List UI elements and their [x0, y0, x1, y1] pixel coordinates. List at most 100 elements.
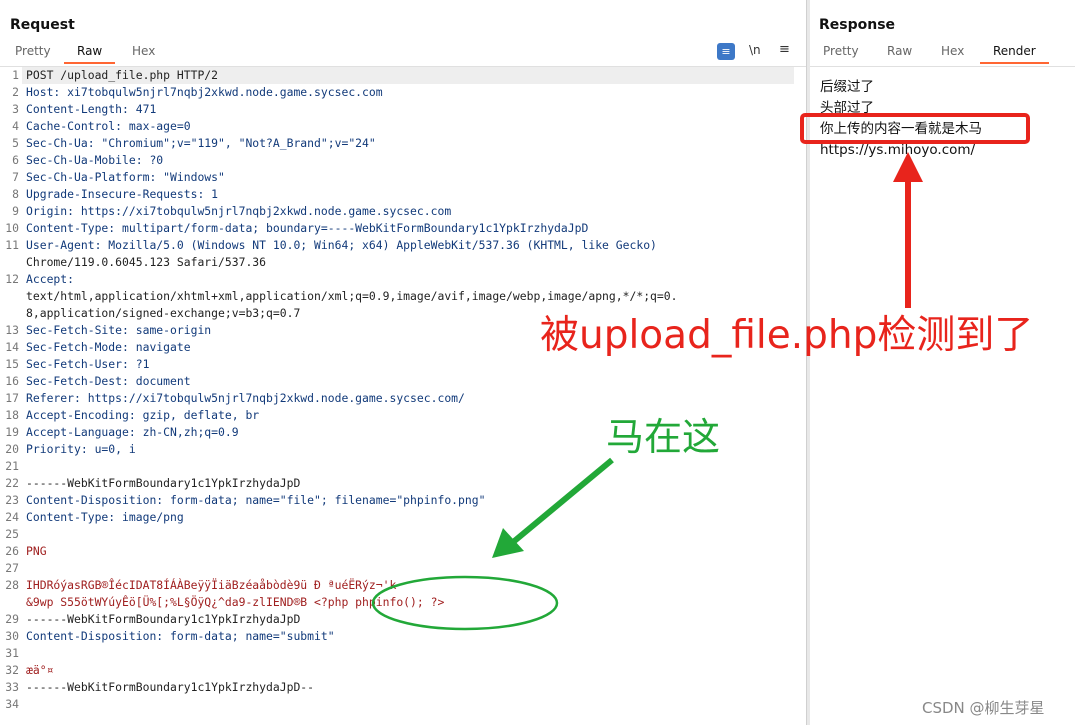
- line-text: Accept:: [26, 272, 75, 286]
- wrap-lines-icon[interactable]: ≡: [717, 43, 735, 60]
- line-number: 33: [5, 680, 19, 694]
- render-line-header: 头部过了: [820, 100, 874, 116]
- code-line: 23 Content-Disposition: form-data; name="…: [0, 492, 800, 509]
- line-text: Priority: u=0, i: [26, 442, 136, 456]
- tab-request-hex[interactable]: Hex: [132, 44, 155, 62]
- code-line: 3 Content-Length: 471: [0, 101, 800, 118]
- line-text: Accept-Encoding: gzip, deflate, br: [26, 408, 260, 422]
- code-line: 27: [0, 560, 800, 577]
- line-text: Cache-Control: max-age=0: [26, 119, 191, 133]
- code-line: 24 Content-Type: image/png: [0, 509, 800, 526]
- tab-request-raw[interactable]: Raw: [64, 44, 116, 64]
- code-line: 28 IHDRóýasRGB®ÎécIDAT8ÍÁÀBeÿÿÏiäBzéaåbòd…: [0, 577, 800, 594]
- code-line: &9wp S55ötWYúyÊö[Ü%[;%L§ÖÿQ¿^da9-zlIEND®…: [0, 594, 800, 611]
- line-number: 20: [5, 442, 19, 456]
- line-number: 14: [5, 340, 19, 354]
- code-line: 22 ------WebKitFormBoundary1c1YpkIrzhydaJ…: [0, 475, 800, 492]
- code-line: 7 Sec-Ch-Ua-Platform: "Windows": [0, 169, 800, 186]
- code-line: 9 Origin: https://xi7tobqulw5njrl7nqbj2xk…: [0, 203, 800, 220]
- code-line: 21: [0, 458, 800, 475]
- line-number: 6: [12, 153, 19, 167]
- watermark: CSDN @柳生芽星: [922, 699, 1045, 717]
- line-text: æä°¤: [26, 663, 54, 677]
- line-text: Sec-Ch-Ua-Mobile: ?0: [26, 153, 164, 167]
- code-line: 29 ------WebKitFormBoundary1c1YpkIrzhydaJ…: [0, 611, 800, 628]
- line-number: 29: [5, 612, 19, 626]
- tab-response-hex[interactable]: Hex: [941, 44, 964, 62]
- line-text: User-Agent: Mozilla/5.0 (Windows NT 10.0…: [26, 238, 657, 252]
- line-number: 26: [5, 544, 19, 558]
- code-line: 34: [0, 696, 800, 713]
- code-line: 30 Content-Disposition: form-data; name="…: [0, 628, 800, 645]
- line-number: 24: [5, 510, 19, 524]
- render-line-link[interactable]: https://ys.mihoyo.com/: [820, 140, 982, 161]
- request-title: Request: [10, 17, 75, 33]
- line-text: Content-Type: image/png: [26, 510, 184, 524]
- line-text: Sec-Fetch-Dest: document: [26, 374, 191, 388]
- line-number: 27: [5, 561, 19, 575]
- menu-icon[interactable]: ≡: [779, 42, 790, 57]
- line-number: 30: [5, 629, 19, 643]
- line-text: Referer: https://xi7tobqulw5njrl7nqbj2xk…: [26, 391, 465, 405]
- line-number: 15: [5, 357, 19, 371]
- code-line: 8 Upgrade-Insecure-Requests: 1: [0, 186, 800, 203]
- line-text: Content-Length: 471: [26, 102, 157, 116]
- line-text: ------WebKitFormBoundary1c1YpkIrzhydaJpD: [26, 612, 301, 626]
- code-line: 26 PNG: [0, 543, 800, 560]
- response-pane: Response Pretty Raw Hex Render 后缀过了 头部过了…: [810, 0, 1075, 725]
- line-text: IHDRóýasRGB®ÎécIDAT8ÍÁÀBeÿÿÏiäBzéaåbòdè9…: [26, 578, 397, 592]
- line-text: Origin: https://xi7tobqulw5njrl7nqbj2xkw…: [26, 204, 452, 218]
- line-number: 21: [5, 459, 19, 473]
- code-line: 1 POST /upload_file.php HTTP/2: [0, 67, 800, 84]
- render-view: 后缀过了 头部过了 你上传的内容一看就是木马 https://ys.mihoyo…: [820, 77, 982, 161]
- line-number: 8: [12, 187, 19, 201]
- render-line-trojan: 你上传的内容一看就是木马: [820, 121, 982, 137]
- code-line: 25: [0, 526, 800, 543]
- render-line-suffix: 后缀过了: [820, 79, 874, 95]
- response-title: Response: [819, 17, 896, 33]
- code-line: 32 æä°¤: [0, 662, 800, 679]
- line-number: 31: [5, 646, 19, 660]
- line-number: 18: [5, 408, 19, 422]
- code-line: 10 Content-Type: multipart/form-data; bou…: [0, 220, 800, 237]
- horse-annotation: 马在这: [606, 415, 721, 459]
- code-line: Chrome/119.0.6045.123 Safari/537.36: [0, 254, 800, 271]
- tab-response-render[interactable]: Render: [980, 44, 1049, 64]
- code-line: 31: [0, 645, 800, 662]
- line-text: Host: xi7tobqulw5njrl7nqbj2xkwd.node.gam…: [26, 85, 383, 99]
- code-line: 11 User-Agent: Mozilla/5.0 (Windows NT 10…: [0, 237, 800, 254]
- line-number: 32: [5, 663, 19, 677]
- line-text: Sec-Fetch-Mode: navigate: [26, 340, 191, 354]
- line-number: 3: [12, 102, 19, 116]
- line-number: 28: [5, 578, 19, 592]
- line-text: ------WebKitFormBoundary1c1YpkIrzhydaJpD: [26, 476, 301, 490]
- line-text: PNG: [26, 544, 47, 558]
- code-line: 6 Sec-Ch-Ua-Mobile: ?0: [0, 152, 800, 169]
- line-number: 23: [5, 493, 19, 507]
- line-number: 12: [5, 272, 19, 286]
- line-text: Content-Type: multipart/form-data; bound…: [26, 221, 589, 235]
- tab-response-pretty[interactable]: Pretty: [823, 44, 859, 62]
- line-text: &9wp S55ötWYúyÊö[Ü%[;%L§ÖÿQ¿^da9-zlIEND®…: [26, 595, 445, 609]
- tab-request-pretty[interactable]: Pretty: [15, 44, 51, 62]
- code-line: 2 Host: xi7tobqulw5njrl7nqbj2xkwd.node.ga…: [0, 84, 800, 101]
- request-pane: Request Pretty Raw Hex ≡ \n ≡ 1 POST /upl…: [0, 0, 806, 725]
- line-number: 13: [5, 323, 19, 337]
- code-line: 33 ------WebKitFormBoundary1c1YpkIrzhydaJ…: [0, 679, 800, 696]
- line-number: 9: [12, 204, 19, 218]
- line-text: Upgrade-Insecure-Requests: 1: [26, 187, 219, 201]
- line-text: ------WebKitFormBoundary1c1YpkIrzhydaJpD…: [26, 680, 315, 694]
- response-tab-divider: [810, 66, 1075, 67]
- tab-response-raw[interactable]: Raw: [887, 44, 912, 62]
- line-number: 16: [5, 374, 19, 388]
- line-text: Accept-Language: zh-CN,zh;q=0.9: [26, 425, 239, 439]
- line-text: POST /upload_file.php HTTP/2: [26, 68, 219, 82]
- line-number: 7: [12, 170, 19, 184]
- line-number: 2: [12, 85, 19, 99]
- code-line: 12 Accept:: [0, 271, 800, 288]
- show-newlines-button[interactable]: \n: [749, 43, 761, 57]
- line-text: Content-Disposition: form-data; name="su…: [26, 629, 335, 643]
- code-line: 16 Sec-Fetch-Dest: document: [0, 373, 800, 390]
- line-number: 11: [5, 238, 19, 252]
- line-text: Sec-Ch-Ua: "Chromium";v="119", "Not?A_Br…: [26, 136, 376, 150]
